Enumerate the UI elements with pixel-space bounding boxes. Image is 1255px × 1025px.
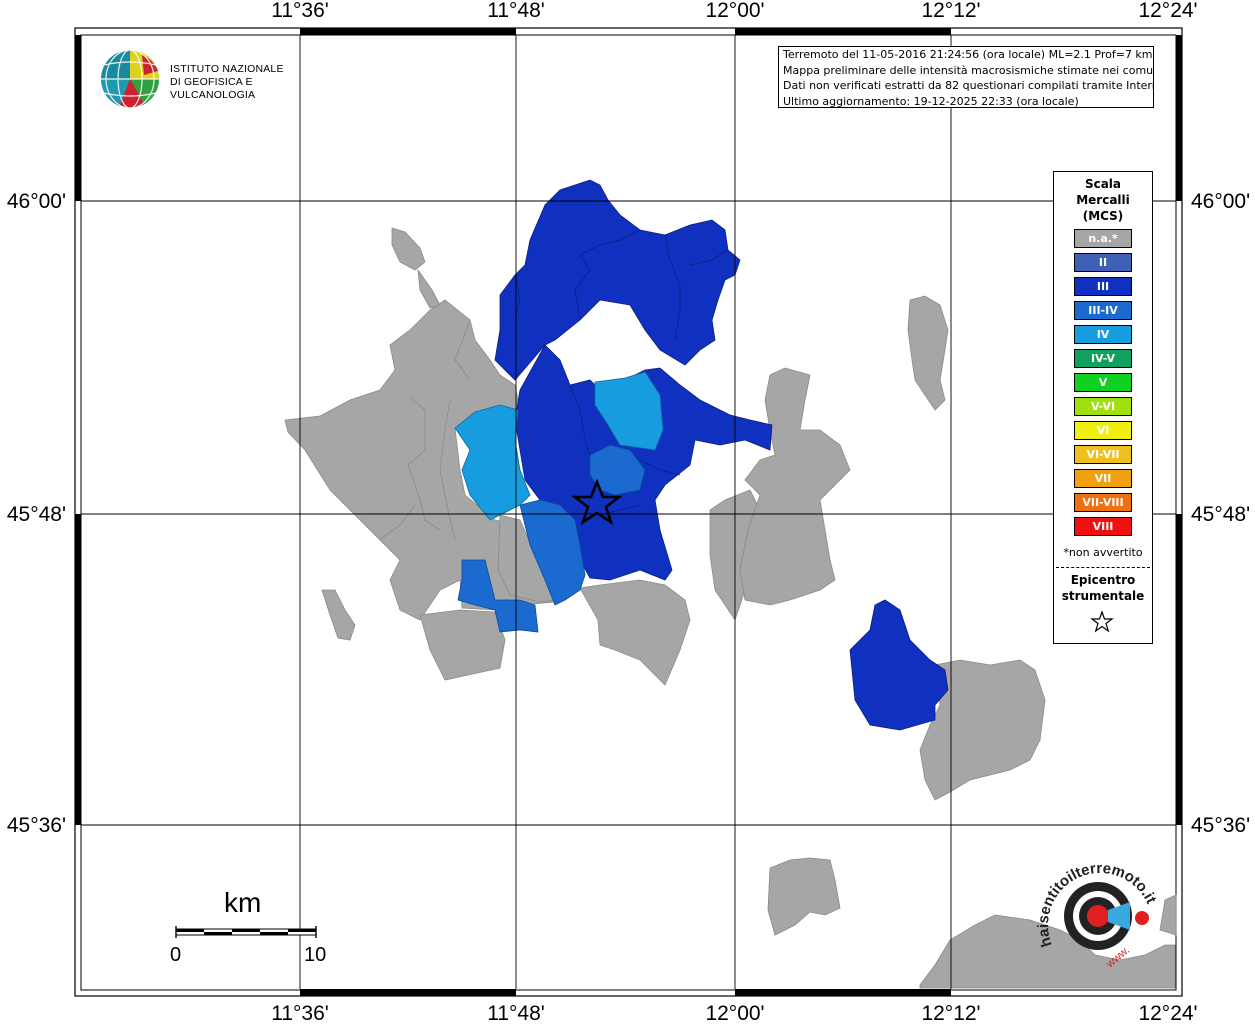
ingv-globe-icon	[101, 49, 159, 109]
event-info-line-3: Dati non verificati estratti da 82 quest…	[783, 79, 1154, 92]
ingv-name: ISTITUTO NAZIONALE DI GEOFISICA E VULCAN…	[170, 63, 320, 102]
legend-title: Scala Mercalli (MCS)	[1054, 176, 1152, 224]
legend-item: IV	[1074, 325, 1132, 344]
legend-item: VIII	[1074, 517, 1132, 536]
legend-item: IV-V	[1074, 349, 1132, 368]
lon-label-top-1: 11°36'	[271, 0, 329, 22]
legend-item: n.a.*	[1074, 229, 1132, 248]
mcs-legend: Scala Mercalli (MCS) n.a.* II III III-IV IV I…	[1053, 171, 1153, 644]
legend-epicenter-label: Epicentro strumentale	[1054, 572, 1152, 604]
lat-label-right-3: 45°36'	[1191, 814, 1251, 837]
lon-label-bottom-1: 11°36'	[271, 1002, 329, 1025]
lat-label-left-3: 45°36'	[6, 814, 66, 837]
legend-divider	[1056, 567, 1150, 568]
lon-label-top-5: 12°24'	[1138, 0, 1198, 22]
legend-item: V	[1074, 373, 1132, 392]
haisentito-logo-icon: haisentitoilterremoto.it www.	[1035, 860, 1160, 971]
legend-epicenter-line-1: Epicentro	[1070, 573, 1136, 587]
scale-start-label: 0	[170, 944, 182, 966]
lon-label-bottom-5: 12°24'	[1138, 1002, 1198, 1025]
lat-label-left-1: 46°00'	[6, 190, 66, 213]
legend-epicenter-line-2: strumentale	[1061, 589, 1145, 603]
ingv-line-2: DI GEOFISICA E VULCANOLOGIA	[170, 76, 256, 101]
lat-label-right-1: 46°00'	[1191, 190, 1251, 213]
ingv-line-1: ISTITUTO NAZIONALE	[170, 63, 284, 75]
legend-item: III	[1074, 277, 1132, 296]
event-info-box: Terremoto del 11-05-2016 21:24:56 (ora l…	[778, 46, 1154, 108]
lat-label-right-2: 45°48'	[1191, 503, 1251, 526]
event-info-line-2: Mappa preliminare delle intensità macros…	[783, 63, 1154, 77]
lat-label-left-2: 45°48'	[6, 503, 66, 526]
lon-label-top-4: 12°12'	[921, 0, 981, 22]
ingv-logo: ISTITUTO NAZIONALE DI GEOFISICA E VULCAN…	[100, 47, 320, 111]
legend-title-line-2: Mercalli	[1076, 193, 1130, 207]
municipalities-intensity-III	[494, 179, 949, 731]
scale-end-label: 10	[304, 944, 327, 966]
lon-label-top-2: 11°48'	[487, 0, 545, 22]
legend-item: III-IV	[1074, 301, 1132, 320]
legend-item: VII	[1074, 469, 1132, 488]
haisentito-logo: haisentitoilterremoto.it www.	[1030, 850, 1180, 980]
scale-bar: km 0 10	[170, 888, 330, 968]
legend-items: n.a.* II III III-IV IV IV-V V V-VI VI VI-VII VII VI…	[1074, 229, 1132, 541]
lon-label-top-3: 12°00'	[705, 0, 765, 22]
legend-item: V-VI	[1074, 397, 1132, 416]
event-info-line-4: Ultimo aggiornamento: 19-12-2025 22:33 (…	[783, 94, 1079, 108]
legend-star-icon	[1090, 610, 1114, 633]
lon-label-bottom-2: 11°48'	[487, 1002, 545, 1025]
lon-label-bottom-4: 12°12'	[921, 1002, 981, 1025]
legend-title-line-3: (MCS)	[1082, 209, 1124, 223]
legend-item: VI-VII	[1074, 445, 1132, 464]
legend-item: VII-VIII	[1074, 493, 1132, 512]
lon-label-bottom-3: 12°00'	[705, 1002, 765, 1025]
legend-item: II	[1074, 253, 1132, 272]
event-info-line-1: Terremoto del 11-05-2016 21:24:56 (ora l…	[783, 48, 1153, 61]
legend-title-line-1: Scala	[1084, 177, 1122, 191]
legend-item: VI	[1074, 421, 1132, 440]
scale-unit: km	[224, 887, 262, 918]
legend-note: *non avvertito	[1063, 546, 1143, 559]
scale-bar-graphic	[175, 926, 317, 938]
